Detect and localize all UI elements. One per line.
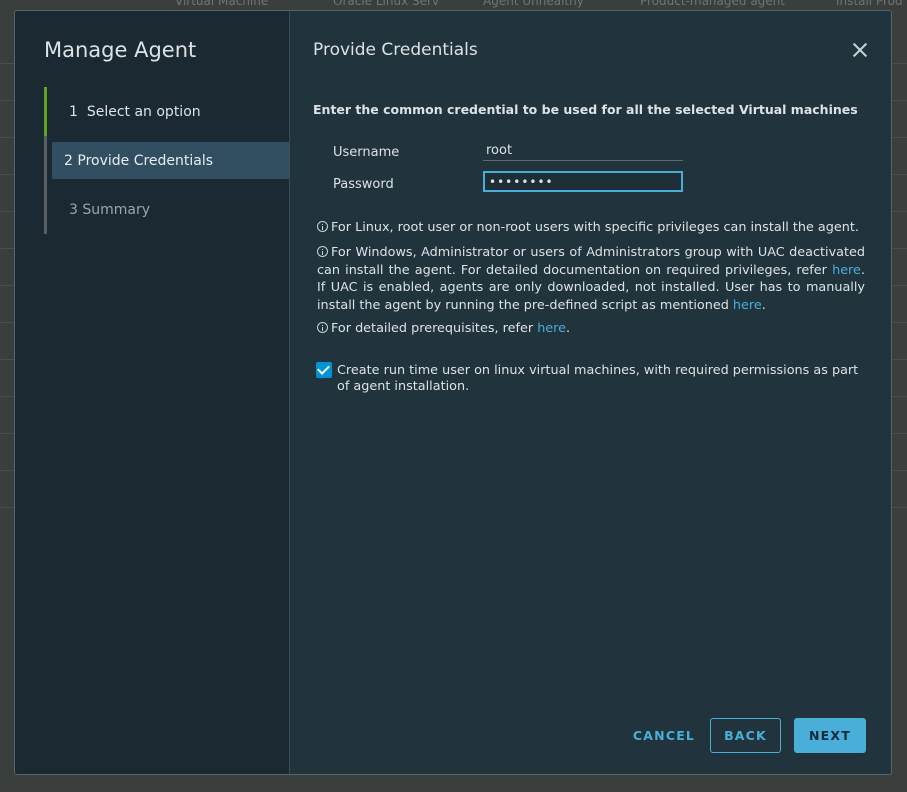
bg-header-agent: Product-managed agent (640, 0, 785, 8)
prerequisites-link[interactable]: here (537, 321, 566, 336)
info-icon (317, 322, 328, 333)
script-doc-link[interactable]: here (733, 298, 762, 313)
background-table-header: Virtual Machine Oracle Linux Serv Agent … (0, 0, 907, 10)
privileges-doc-link[interactable]: here (832, 263, 861, 278)
bg-header-os: Oracle Linux Serv (333, 0, 440, 8)
prerequisites-info: For detailed prerequisites, refer here. (317, 320, 865, 338)
wizard-sidebar: Manage Agent 1 Select an option 2 Provid… (15, 11, 290, 774)
username-label: Username (333, 145, 400, 160)
create-runtime-user-label[interactable]: Create run time user on linux virtual ma… (337, 363, 867, 395)
step-select-option[interactable]: 1 Select an option (44, 87, 289, 136)
page-title: Provide Credentials (313, 40, 478, 60)
info-icon (317, 221, 328, 232)
step-summary[interactable]: 3 Summary (44, 185, 289, 234)
close-icon[interactable] (851, 41, 869, 59)
username-input[interactable] (483, 141, 683, 161)
cancel-button[interactable]: CANCEL (630, 718, 698, 753)
step-label: 1 Select an option (69, 103, 201, 120)
dialog-title: Manage Agent (44, 38, 197, 62)
back-button[interactable]: BACK (710, 718, 781, 753)
bg-header-status: Agent Unhealthy (483, 0, 584, 8)
wizard-steps: 1 Select an option 2 Provide Credentials… (44, 87, 289, 234)
credentials-instruction: Enter the common credential to be used f… (313, 102, 858, 117)
info-icon (317, 246, 328, 257)
password-label: Password (333, 177, 394, 192)
bg-header-vm: Virtual Machine (175, 0, 269, 8)
password-input[interactable] (483, 171, 683, 192)
create-runtime-user-checkbox[interactable] (316, 362, 332, 378)
next-button[interactable]: NEXT (794, 718, 866, 753)
step-label: 3 Summary (69, 201, 151, 218)
wizard-content: Provide Credentials Enter the common cre… (290, 11, 891, 774)
bg-header-install: Install Prod (836, 0, 903, 8)
manage-agent-dialog: Manage Agent 1 Select an option 2 Provid… (14, 10, 892, 775)
step-label: 2 Provide Credentials (64, 152, 214, 169)
step-provide-credentials[interactable]: 2 Provide Credentials (44, 136, 289, 185)
linux-info: For Linux, root user or non-root users w… (317, 219, 865, 237)
windows-info: For Windows, Administrator or users of A… (317, 245, 865, 313)
